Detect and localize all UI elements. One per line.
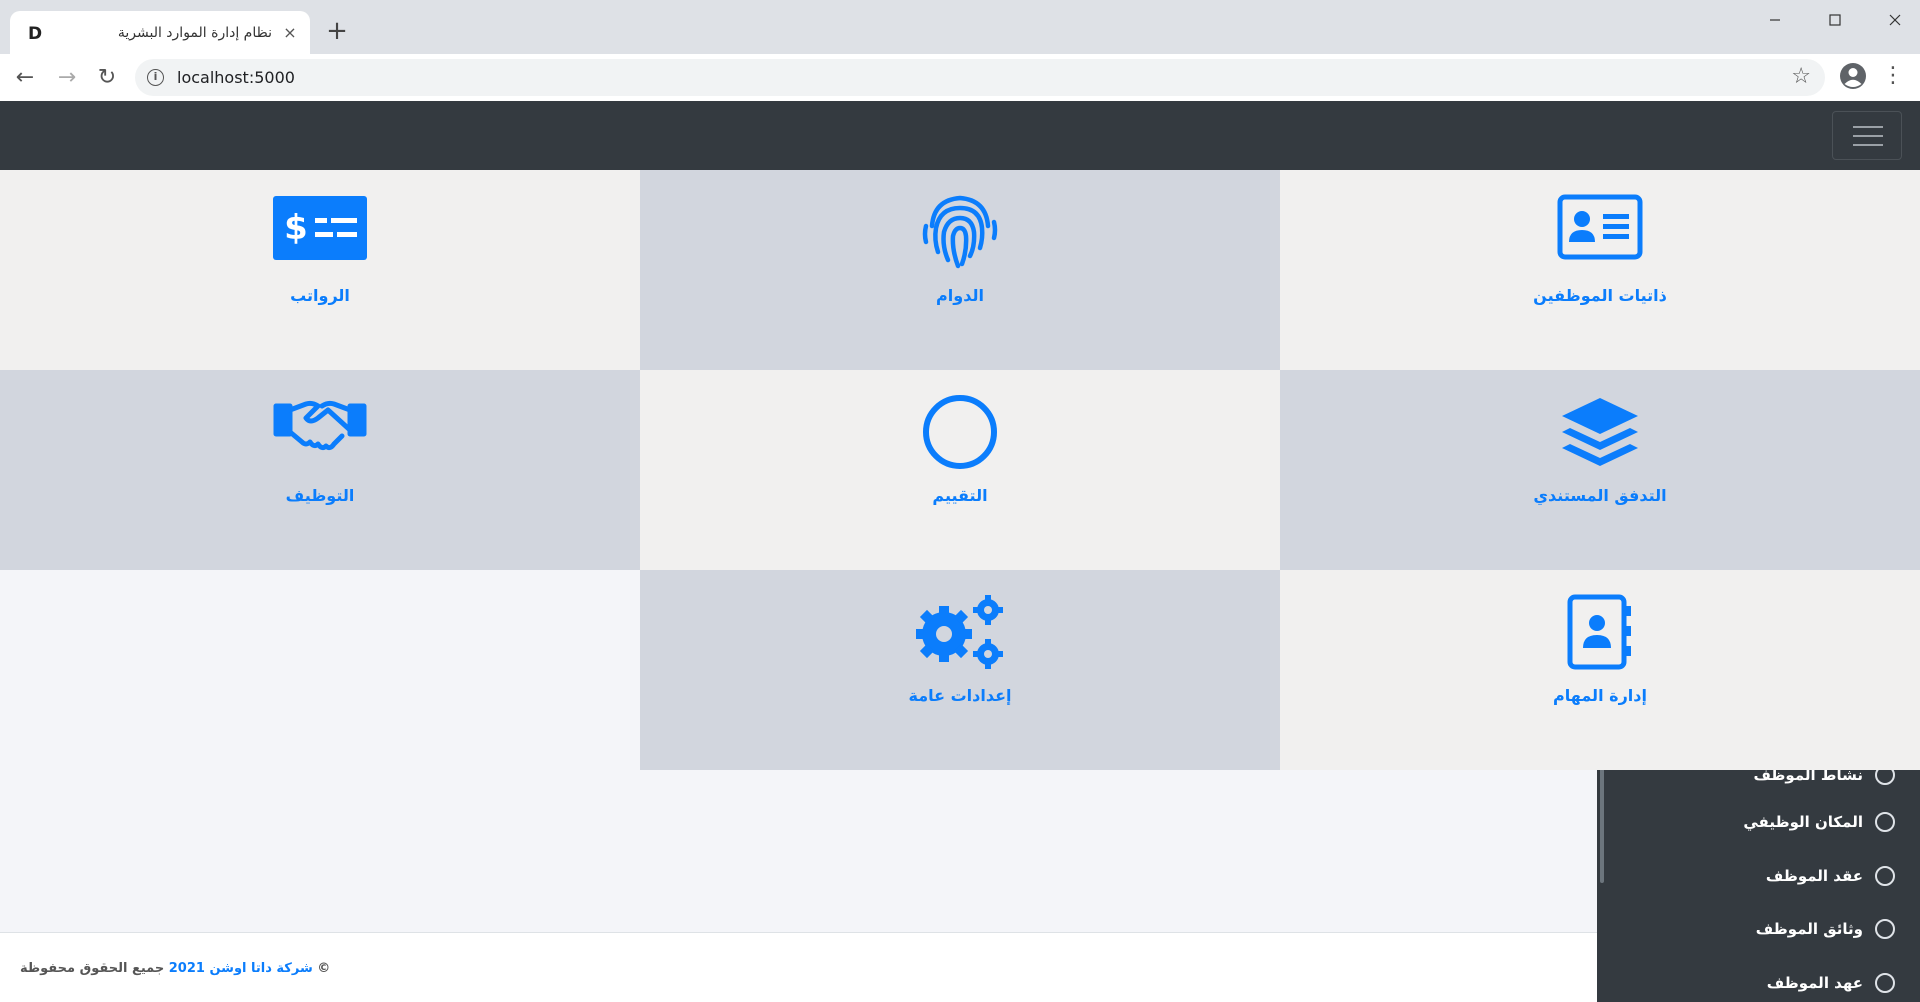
- radio-circle-icon: [1875, 919, 1895, 939]
- new-tab-button[interactable]: +: [320, 15, 354, 49]
- cogs-icon: [640, 594, 1280, 669]
- url-text[interactable]: localhost:5000: [177, 68, 295, 87]
- forward-button[interactable]: →: [50, 61, 84, 95]
- tile-document-flow[interactable]: التدفق المستندي: [1280, 370, 1920, 570]
- tile-label: إعدادات عامة: [908, 686, 1012, 705]
- sidebar-item-employee-custody[interactable]: عهد الموظف: [1767, 968, 1895, 998]
- sidebar-item-employee-contract[interactable]: عقد الموظف: [1766, 861, 1895, 891]
- browser-tab[interactable]: D نظام إدارة الموارد البشرية ×: [10, 11, 310, 54]
- tile-general-settings[interactable]: إعدادات عامة: [640, 570, 1280, 770]
- id-card-icon: [1280, 194, 1920, 269]
- window-maximize-button[interactable]: [1812, 4, 1858, 36]
- reload-button[interactable]: ↻: [90, 61, 124, 95]
- bookmark-star-icon[interactable]: ☆: [1791, 65, 1811, 89]
- address-bar[interactable]: i localhost:5000 ☆: [135, 59, 1825, 96]
- address-book-icon: [1280, 594, 1920, 670]
- sidebar-item-label: وثائق الموظف: [1755, 920, 1863, 938]
- copyright-symbol: ©: [317, 961, 331, 976]
- sidebar-item-label: عهد الموظف: [1766, 974, 1863, 992]
- tile-employee-records[interactable]: ذاتيات الموظفين: [1280, 170, 1920, 370]
- sidebar-item-label: المكان الوظيفي: [1743, 813, 1863, 831]
- back-button[interactable]: ←: [8, 61, 42, 95]
- footer-copyright: © شركة داتا اوشن 2021 جميع الحقوق محفوظة: [20, 960, 330, 978]
- fingerprint-icon: [640, 194, 1280, 269]
- tile-payroll[interactable]: $ الرواتب: [0, 170, 640, 370]
- site-info-icon[interactable]: i: [147, 69, 164, 86]
- radio-circle-icon: [1875, 866, 1895, 886]
- svg-text:$: $: [284, 208, 308, 248]
- handshake-icon: [0, 394, 640, 469]
- modules-grid: ذاتيات الموظفين الدوام $ الرواتب التدفق …: [0, 170, 1920, 770]
- tile-label: التدفق المستندي: [1533, 486, 1667, 505]
- tile-task-management[interactable]: إدارة المهام: [1280, 570, 1920, 770]
- window-minimize-button[interactable]: [1752, 4, 1798, 36]
- tile-label: ذاتيات الموظفين: [1533, 286, 1667, 305]
- tile-label: إدارة المهام: [1553, 686, 1647, 705]
- layers-icon: [1280, 394, 1920, 469]
- sidebar-item-job-location[interactable]: المكان الوظيفي: [1743, 807, 1895, 837]
- sidebar-item-label: عقد الموظف: [1765, 867, 1863, 885]
- money-check-icon: $: [0, 194, 640, 269]
- tile-label: التقييم: [932, 486, 988, 505]
- browser-menu-icon[interactable]: ⋮: [1882, 62, 1904, 90]
- tab-favicon-icon: D: [27, 24, 43, 44]
- browser-toolbar: ← → ↻ i localhost:5000 ☆: [0, 54, 1920, 101]
- sidebar-item-employee-documents[interactable]: وثائق الموظف: [1756, 914, 1895, 944]
- page-footer: © شركة داتا اوشن 2021 جميع الحقوق محفوظة: [0, 932, 1597, 1002]
- profile-avatar-icon[interactable]: [1838, 61, 1868, 91]
- sidebar-menu: نشاط الموظف المكان الوظيفي عقد الموظف وث…: [1597, 765, 1920, 1002]
- footer-company-link[interactable]: شركة داتا اوشن 2021: [169, 961, 313, 976]
- tile-attendance[interactable]: الدوام: [640, 170, 1280, 370]
- tile-evaluation[interactable]: التقييم: [640, 370, 1280, 570]
- radio-circle-icon: [1875, 973, 1895, 993]
- tab-title: نظام إدارة الموارد البشرية: [117, 25, 272, 41]
- window-close-button[interactable]: [1872, 4, 1918, 36]
- tile-label: الدوام: [936, 286, 984, 305]
- sidebar-scrollbar[interactable]: [1600, 768, 1604, 883]
- browser-tabstrip: D نظام إدارة الموارد البشرية × +: [0, 0, 1920, 54]
- navbar-toggle-button[interactable]: [1832, 111, 1902, 160]
- tab-close-icon[interactable]: ×: [278, 21, 302, 45]
- tile-recruitment[interactable]: التوظيف: [0, 370, 640, 570]
- radio-circle-icon: [1875, 812, 1895, 832]
- tile-label: الرواتب: [290, 286, 350, 305]
- circle-icon: [640, 394, 1280, 469]
- footer-rights-text: جميع الحقوق محفوظة: [20, 961, 165, 976]
- tile-label: التوظيف: [285, 486, 355, 505]
- app-navbar: [0, 101, 1920, 170]
